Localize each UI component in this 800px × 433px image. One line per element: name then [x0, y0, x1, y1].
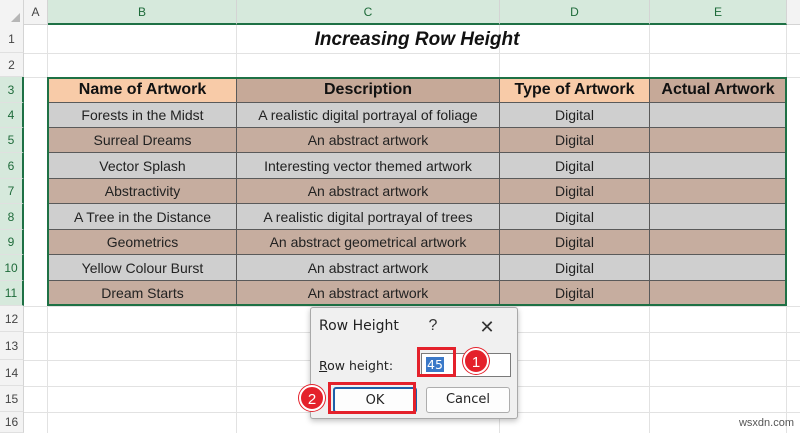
- cancel-button[interactable]: Cancel: [426, 387, 510, 413]
- row-header-4[interactable]: 4: [0, 103, 24, 128]
- row-header-12[interactable]: 12: [0, 306, 24, 332]
- close-icon[interactable]: ✕: [475, 316, 499, 338]
- table-cell[interactable]: An abstract artwork: [237, 281, 500, 306]
- table-cell[interactable]: Dream Starts: [48, 281, 237, 306]
- table-cell[interactable]: An abstract artwork: [237, 128, 500, 153]
- row-header-10[interactable]: 10: [0, 255, 24, 281]
- watermark: wsxdn.com: [738, 417, 794, 429]
- row-header-15[interactable]: 15: [0, 386, 24, 412]
- dialog-title: Row Height: [319, 318, 399, 334]
- table-row: Yellow Colour Burst An abstract artwork …: [48, 255, 787, 281]
- table-row: Surreal Dreams An abstract artwork Digit…: [48, 128, 787, 153]
- header-cell[interactable]: Name of Artwork: [48, 77, 237, 103]
- table-cell[interactable]: [650, 153, 787, 179]
- row-height-value: 45: [426, 357, 444, 372]
- step-badge-2: 2: [299, 385, 325, 411]
- table-cell[interactable]: Digital: [500, 204, 650, 230]
- table-row: Geometrics An abstract geometrical artwo…: [48, 230, 787, 255]
- table-cell[interactable]: An abstract artwork: [237, 255, 500, 281]
- table-row: Abstractivity An abstract artwork Digita…: [48, 179, 787, 204]
- table-cell[interactable]: Geometrics: [48, 230, 237, 255]
- step-badge-1: 1: [463, 348, 489, 374]
- column-header-e[interactable]: E: [650, 0, 787, 25]
- row-height-label: Row height:: [319, 358, 393, 373]
- table-cell[interactable]: Digital: [500, 281, 650, 306]
- row-header-13[interactable]: 13: [0, 332, 24, 360]
- table-cell[interactable]: A realistic digital portrayal of foliage: [237, 103, 500, 128]
- sheet-title: Increasing Row Height: [314, 29, 520, 50]
- table-cell[interactable]: Digital: [500, 230, 650, 255]
- table-header-row: Name of Artwork Description Type of Artw…: [48, 77, 787, 103]
- table-cell[interactable]: A Tree in the Distance: [48, 204, 237, 230]
- table-cell[interactable]: Interesting vector themed artwork: [237, 153, 500, 179]
- table-row: A Tree in the Distance A realistic digit…: [48, 204, 787, 230]
- header-cell[interactable]: Type of Artwork: [500, 77, 650, 103]
- row-height-label-accelerator: R: [319, 358, 328, 373]
- row-header-9[interactable]: 9: [0, 230, 24, 255]
- column-header-a[interactable]: A: [24, 0, 48, 25]
- column-header-b[interactable]: B: [48, 0, 237, 25]
- table-cell[interactable]: Digital: [500, 103, 650, 128]
- table-cell[interactable]: Abstractivity: [48, 179, 237, 204]
- ok-button[interactable]: OK: [333, 387, 417, 413]
- row-header-14[interactable]: 14: [0, 360, 24, 386]
- table-cell[interactable]: [650, 204, 787, 230]
- table-cell[interactable]: Surreal Dreams: [48, 128, 237, 153]
- select-all-corner[interactable]: [0, 0, 24, 25]
- table-cell[interactable]: An abstract geometrical artwork: [237, 230, 500, 255]
- row-header-6[interactable]: 6: [0, 153, 24, 179]
- header-cell[interactable]: Actual Artwork: [650, 77, 787, 103]
- table-cell[interactable]: An abstract artwork: [237, 179, 500, 204]
- header-cell[interactable]: Description: [237, 77, 500, 103]
- table-cell[interactable]: A realistic digital portrayal of trees: [237, 204, 500, 230]
- row-height-label-text: ow height:: [327, 358, 394, 373]
- row-header-3[interactable]: 3: [0, 77, 24, 103]
- table-cell[interactable]: [650, 281, 787, 306]
- table-cell[interactable]: Digital: [500, 255, 650, 281]
- column-header-c[interactable]: C: [237, 0, 500, 25]
- help-icon[interactable]: ?: [423, 316, 443, 336]
- table-row: Forests in the Midst A realistic digital…: [48, 103, 787, 128]
- table-cell[interactable]: Digital: [500, 153, 650, 179]
- table-cell[interactable]: [650, 230, 787, 255]
- table-cell[interactable]: Digital: [500, 128, 650, 153]
- table-cell[interactable]: [650, 128, 787, 153]
- table-cell[interactable]: Yellow Colour Burst: [48, 255, 237, 281]
- table-row: Vector Splash Interesting vector themed …: [48, 153, 787, 179]
- table-cell[interactable]: [650, 255, 787, 281]
- table-cell[interactable]: Vector Splash: [48, 153, 237, 179]
- column-header-d[interactable]: D: [500, 0, 650, 25]
- row-header-5[interactable]: 5: [0, 128, 24, 153]
- table-cell[interactable]: Digital: [500, 179, 650, 204]
- row-header-7[interactable]: 7: [0, 179, 24, 204]
- table-cell[interactable]: [650, 179, 787, 204]
- row-header-11[interactable]: 11: [0, 281, 24, 306]
- table-cell[interactable]: [650, 103, 787, 128]
- table-row: Dream Starts An abstract artwork Digital: [48, 281, 787, 306]
- row-header-2[interactable]: 2: [0, 53, 24, 77]
- row-header-16[interactable]: 16: [0, 412, 24, 433]
- table-cell[interactable]: Forests in the Midst: [48, 103, 237, 128]
- row-header-8[interactable]: 8: [0, 204, 24, 230]
- column-header-bar: A B C D E: [0, 0, 800, 25]
